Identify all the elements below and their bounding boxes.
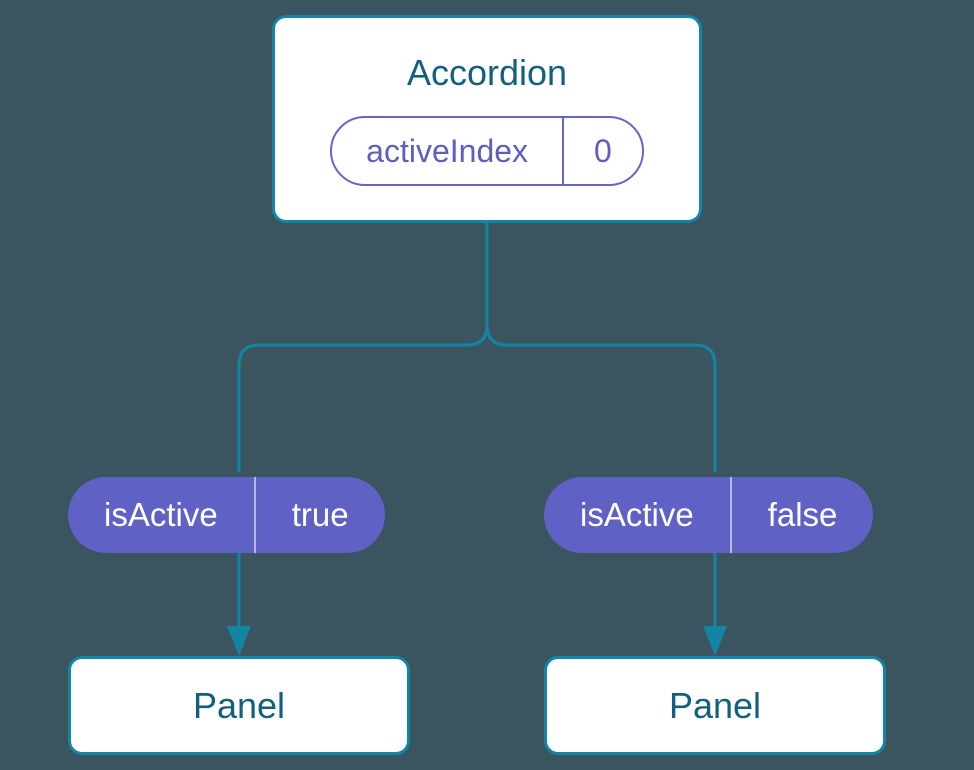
panel-node-left: Panel [68,656,410,755]
prop-label: isActive [544,477,732,553]
prop-value: true [256,477,385,553]
state-label: activeIndex [332,118,564,184]
accordion-title: Accordion [407,52,567,94]
prop-pill-left: isActive true [68,477,385,553]
prop-value: false [732,477,874,553]
panel-label: Panel [669,685,761,727]
prop-label: isActive [68,477,256,553]
state-pill: activeIndex 0 [330,116,644,186]
panel-node-right: Panel [544,656,886,755]
accordion-node: Accordion activeIndex 0 [272,15,702,223]
panel-label: Panel [193,685,285,727]
prop-pill-right: isActive false [544,477,873,553]
state-value: 0 [564,118,642,184]
